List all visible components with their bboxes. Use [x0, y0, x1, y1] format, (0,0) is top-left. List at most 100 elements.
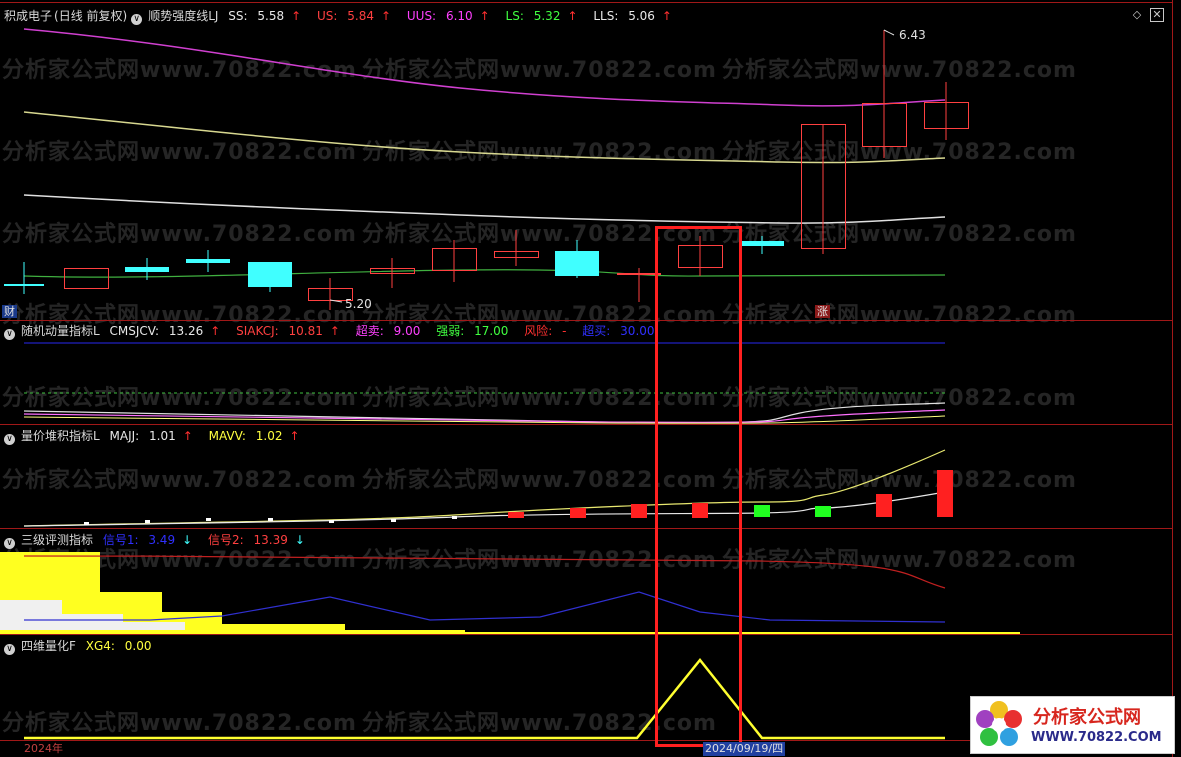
value-siakcj: SIAKCJ: 10.81 ↑ — [236, 324, 346, 338]
arrow-up-icon: ↑ — [479, 9, 490, 23]
panel-menu-button[interactable]: ∨ — [4, 644, 15, 655]
value-number: 5.58 — [257, 9, 285, 23]
value-number: 17.00 — [474, 324, 509, 338]
value-number: 5.32 — [533, 9, 561, 23]
value-number: 0.00 — [124, 639, 152, 653]
value-number: 13.26 — [168, 324, 204, 338]
close-icon[interactable]: ✕ — [1150, 8, 1164, 22]
value-mavv: MAVV: 1.02 ↑ — [209, 429, 306, 443]
value-signal1: 信号1: 3.49 ↓ — [103, 533, 198, 547]
value-label: SIAKCJ: — [236, 324, 279, 338]
flower-logo-icon — [976, 701, 1022, 746]
value-number: 5.06 — [628, 9, 655, 23]
arrow-up-icon: ↑ — [329, 324, 340, 338]
panel4-chart — [0, 552, 1020, 634]
arrow-down-icon: ↓ — [182, 533, 193, 547]
panel5-chart — [24, 658, 945, 740]
panel-menu-button[interactable]: ∨ — [4, 538, 15, 549]
panel2-header: ∨ 随机动量指标L CMSJCV: 13.26 ↑ SIAKCJ: 10.81 ↑ 超… — [4, 324, 667, 340]
candles — [4, 30, 969, 310]
value-number: 3.49 — [148, 533, 176, 547]
panel2-lines — [23, 342, 946, 424]
panel-menu-button[interactable]: ∨ — [131, 14, 143, 25]
value-number: - — [562, 324, 567, 338]
panel-menu-button[interactable]: ∨ — [4, 434, 15, 445]
value-label: 超卖: — [355, 324, 384, 338]
value-number: 13.39 — [253, 533, 288, 547]
value-label: LLS: — [593, 9, 619, 23]
value-number: 10.81 — [288, 324, 323, 338]
indicator-name: 四维量化F — [21, 639, 76, 653]
logo-title: 分析家公式网 — [1033, 707, 1141, 728]
panel3-header: ∨ 量价堆积指标L MAJJ: 1.01 ↑ MAVV: 1.02 ↑ — [4, 429, 312, 445]
value-strength: 强弱: 17.00 — [436, 324, 514, 338]
arrow-up-icon: ↑ — [380, 9, 392, 23]
value-ls: LS: 5.32 ↑ — [506, 9, 584, 23]
ss-line — [23, 194, 946, 224]
value-number: 6.10 — [445, 9, 473, 23]
chart-canvas — [0, 0, 1173, 757]
indicator-name: 顺势强度线LJ — [148, 9, 219, 23]
year-axis-label: 2024年 — [24, 742, 63, 755]
period-label: (日线 前复权) — [54, 9, 128, 23]
value-risk: 风险: - — [524, 324, 572, 338]
indicator-name: 随机动量指标L — [21, 324, 100, 338]
value-number: 1.01 — [149, 429, 176, 443]
arrow-up-icon: ↑ — [661, 9, 672, 23]
value-majj: MAJJ: 1.01 ↑ — [110, 429, 199, 443]
date-cursor-label: 2024/09/19/四 — [703, 742, 786, 756]
value-lls: LLS: 5.06 ↑ — [593, 9, 678, 23]
stock-title: 积成电子 — [4, 9, 53, 23]
value-overbought: 超买: 30.00 — [582, 324, 660, 338]
panel-dividers — [0, 0, 1173, 757]
value-oversold: 超卖: 9.00 — [356, 324, 427, 338]
panel-menu-button[interactable]: ∨ — [4, 329, 15, 340]
value-number: 9.00 — [393, 324, 421, 338]
arrow-up-icon: ↑ — [291, 9, 302, 23]
value-signal2: 信号2: 13.39 ↓ — [208, 533, 311, 547]
value-label: MAJJ: — [109, 429, 140, 443]
arrow-up-icon: ↑ — [210, 324, 221, 338]
value-us: US: 5.84 ↑ — [317, 9, 397, 23]
logo-url: WWW.70822.COM — [1031, 730, 1162, 745]
uus-line — [23, 28, 946, 107]
panel5-header: ∨ 四维量化F XG4: 0.00 — [4, 639, 163, 655]
value-label: MAVV: — [208, 429, 246, 443]
arrow-up-icon: ↑ — [182, 429, 193, 443]
panel3-chart — [23, 449, 953, 527]
value-label: XG4: — [85, 639, 115, 653]
value-label: 信号2: — [207, 533, 244, 547]
arrow-up-icon: ↑ — [567, 9, 578, 23]
diamond-icon[interactable]: ◇ — [1130, 8, 1144, 22]
value-cmsjcv: CMSJCV: 13.26 ↑ — [110, 324, 227, 338]
arrow-up-icon: ↑ — [289, 429, 300, 443]
value-label: 信号1: — [102, 533, 139, 547]
value-label: 强弱: — [436, 324, 465, 338]
main-panel-header: 积成电子 (日线 前复权) ∨ 顺势强度线LJ SS: 5.58 ↑ US: 5.84 ↑… — [4, 9, 684, 25]
low-price-marker: 5.20 — [345, 297, 372, 311]
value-label: CMSJCV: — [109, 324, 160, 338]
value-ss: SS: 5.58 ↑ — [228, 9, 307, 23]
rise-tag[interactable]: 涨 — [815, 305, 830, 318]
site-logo: 分析家公式网 WWW.70822.COM — [970, 696, 1175, 754]
value-label: UUS: — [406, 9, 437, 23]
value-label: 超买: — [582, 324, 611, 338]
finance-tag[interactable]: 财 — [2, 305, 17, 318]
value-number: 5.84 — [347, 9, 374, 23]
value-label: LS: — [505, 9, 524, 23]
us-line — [23, 111, 946, 164]
arrow-down-icon: ↓ — [294, 533, 305, 547]
value-xg4: XG4: 0.00 — [86, 639, 158, 653]
price-markers — [329, 29, 895, 303]
indicator-name: 三级评测指标 — [21, 533, 94, 547]
high-price-marker: 6.43 — [899, 28, 926, 42]
value-number: 30.00 — [620, 324, 655, 338]
chart-window: 分析家公式网www.70822.com 分析家公式网www.70822.com … — [0, 0, 1181, 757]
panel4-header: ∨ 三级评测指标 信号1: 3.49 ↓ 信号2: 13.39 ↓ — [4, 533, 317, 549]
value-label: SS: — [228, 9, 248, 23]
value-number: 1.02 — [255, 429, 283, 443]
value-label: US: — [316, 9, 338, 23]
value-uus: UUS: 6.10 ↑ — [407, 9, 496, 23]
indicator-name: 量价堆积指标L — [21, 429, 100, 443]
highlight-box — [655, 226, 742, 747]
